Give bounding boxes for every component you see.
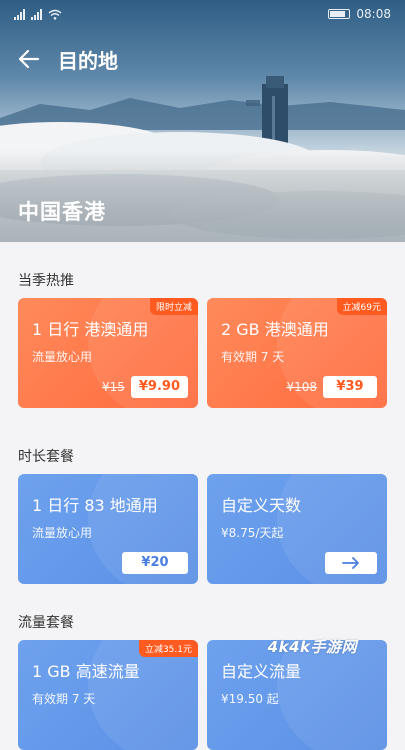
price-button[interactable]: ¥20 — [122, 552, 188, 574]
custom-days-button[interactable] — [325, 552, 377, 574]
status-bar: 08:08 — [0, 0, 405, 28]
package-card-83-regions[interactable]: 1 日行 83 地通用 流量放心用 ¥20 — [18, 474, 198, 584]
package-subtitle: ¥8.75/天起 — [221, 526, 284, 540]
package-subtitle: 流量放心用 — [32, 526, 93, 540]
wifi-icon — [48, 9, 62, 20]
package-subtitle: 流量放心用 — [32, 350, 93, 364]
package-title: 1 日行 83 地通用 — [32, 496, 158, 515]
region-name: 中国香港 — [18, 200, 106, 224]
package-card-hk-day[interactable]: 限时立减 1 日行 港澳通用 流量放心用 ¥15 ¥9.90 — [18, 298, 198, 408]
back-button[interactable] — [0, 38, 58, 80]
discount-ribbon: 限时立减 — [149, 298, 198, 315]
watermark-text: 4k4k手游网 — [267, 638, 357, 656]
package-subtitle: 有效期 7 天 — [221, 350, 285, 364]
package-title: 自定义流量 — [221, 662, 302, 681]
hero-banner: 08:08 目的地 中国香港 — [0, 0, 405, 242]
package-card-1gb[interactable]: 立减35.1元 1 GB 高速流量 有效期 7 天 — [18, 640, 198, 750]
battery-icon — [328, 9, 351, 19]
arrow-left-icon — [18, 49, 40, 69]
status-time: 08:08 — [356, 7, 391, 21]
section-title-data: 流量套餐 — [18, 615, 74, 631]
price-button[interactable]: ¥39 — [323, 376, 377, 398]
original-price: ¥108 — [286, 380, 317, 394]
package-subtitle: 有效期 7 天 — [32, 692, 96, 706]
cellular-signal-2-icon — [31, 8, 42, 20]
package-title: 1 GB 高速流量 — [32, 662, 140, 681]
arrow-right-icon — [342, 557, 359, 569]
section-title-hot: 当季热推 — [18, 273, 74, 289]
cellular-signal-icon — [14, 8, 25, 20]
package-card-hk-2gb[interactable]: 立减69元 2 GB 港澳通用 有效期 7 天 ¥108 ¥39 — [207, 298, 387, 408]
package-title: 1 日行 港澳通用 — [32, 320, 149, 339]
signal-indicators — [14, 8, 62, 20]
page-title: 目的地 — [58, 48, 118, 73]
discount-ribbon: 立减35.1元 — [138, 640, 198, 657]
package-title: 2 GB 港澳通用 — [221, 320, 329, 339]
package-subtitle: ¥19.50 起 — [221, 692, 279, 706]
package-title: 自定义天数 — [221, 496, 302, 515]
discount-ribbon: 立减69元 — [336, 298, 387, 315]
top-bar: 目的地 — [0, 38, 405, 80]
package-card-custom-days[interactable]: 自定义天数 ¥8.75/天起 — [207, 474, 387, 584]
section-title-duration: 时长套餐 — [18, 449, 74, 465]
price-button[interactable]: ¥9.90 — [130, 376, 188, 398]
original-price: ¥15 — [101, 380, 125, 394]
